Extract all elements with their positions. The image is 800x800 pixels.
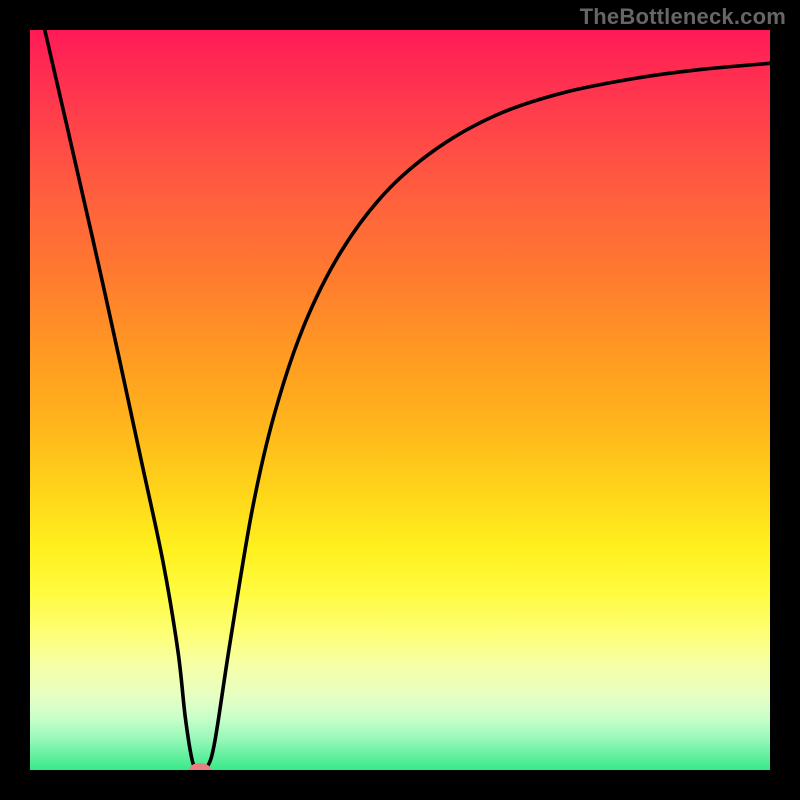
plot-area	[30, 30, 770, 770]
minimum-marker	[189, 763, 211, 770]
watermark-text: TheBottleneck.com	[580, 4, 786, 30]
chart-root: TheBottleneck.com	[0, 0, 800, 800]
curve-svg	[30, 30, 770, 770]
bottleneck-curve-path	[45, 30, 770, 770]
